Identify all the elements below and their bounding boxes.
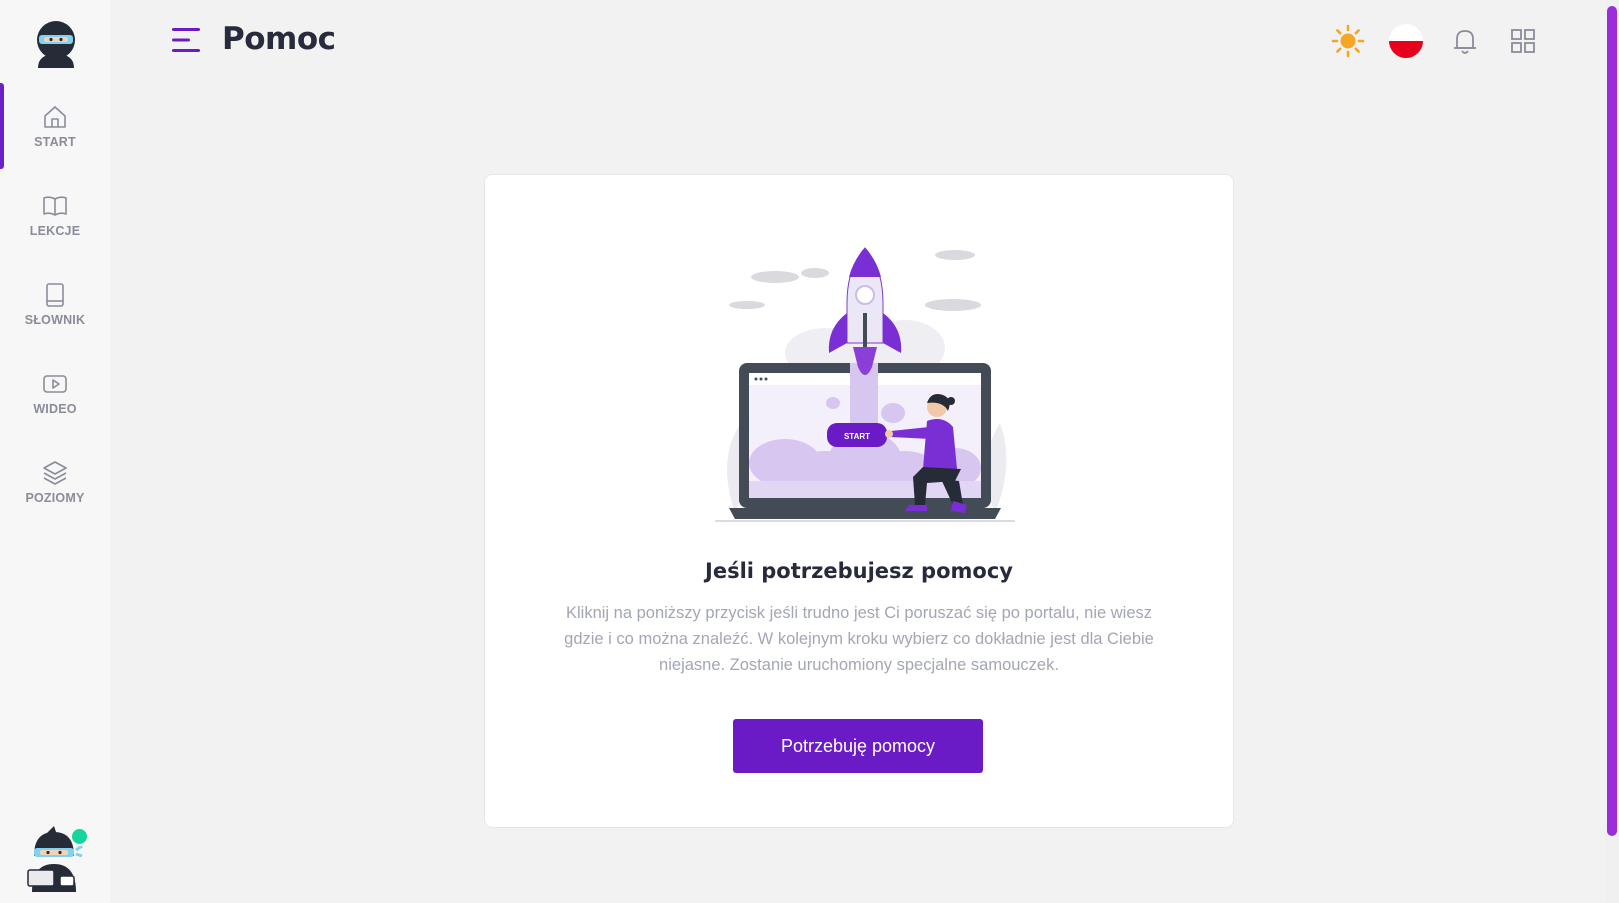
- sidebar-item-lekcje[interactable]: LEKCJE: [0, 172, 110, 258]
- need-help-button[interactable]: Potrzebuję pomocy: [733, 719, 983, 773]
- scrollbar-thumb[interactable]: [1607, 6, 1617, 836]
- sidebar-item-label: SŁOWNIK: [24, 313, 86, 327]
- rocket-launch-illustration: START: [715, 247, 1015, 522]
- apps-grid-icon[interactable]: [1506, 24, 1540, 58]
- book-icon: [46, 283, 64, 307]
- sidebar-item-label: START: [34, 135, 76, 149]
- help-card: START Jeśli potrzebujesz pomocy Kliknij …: [484, 174, 1234, 828]
- sidebar-item-slownik[interactable]: SŁOWNIK: [0, 261, 110, 347]
- card-title: Jeśli potrzebujesz pomocy: [705, 559, 1013, 583]
- sidebar-item-label: WIDEO: [33, 402, 77, 416]
- ninja-logo[interactable]: [32, 18, 80, 68]
- bell-icon[interactable]: [1448, 24, 1482, 58]
- sidebar: START LEKCJE SŁOWNIK WIDEO POZIOMY: [0, 0, 110, 903]
- card-description: Kliknij na poniższy przycisk jeśli trudn…: [564, 604, 1154, 674]
- sidebar-item-poziomy[interactable]: POZIOMY: [0, 439, 110, 525]
- video-icon: [43, 375, 67, 393]
- sidebar-item-wideo[interactable]: WIDEO: [0, 350, 110, 436]
- sidebar-item-label: POZIOMY: [25, 491, 85, 505]
- home-icon: [44, 106, 66, 128]
- polish-flag-icon[interactable]: [1389, 24, 1423, 58]
- menu-icon[interactable]: [170, 26, 202, 54]
- book-open-icon: [43, 196, 67, 216]
- page-title: Pomoc: [222, 21, 336, 57]
- sidebar-item-start[interactable]: START: [0, 83, 110, 169]
- layers-icon: [43, 461, 67, 485]
- illustration-start-label: START: [844, 432, 870, 441]
- sidebar-item-label: LEKCJE: [29, 224, 81, 238]
- scrollbar-track[interactable]: [1605, 0, 1619, 903]
- online-status-dot: [70, 827, 89, 846]
- sun-icon[interactable]: [1331, 24, 1365, 58]
